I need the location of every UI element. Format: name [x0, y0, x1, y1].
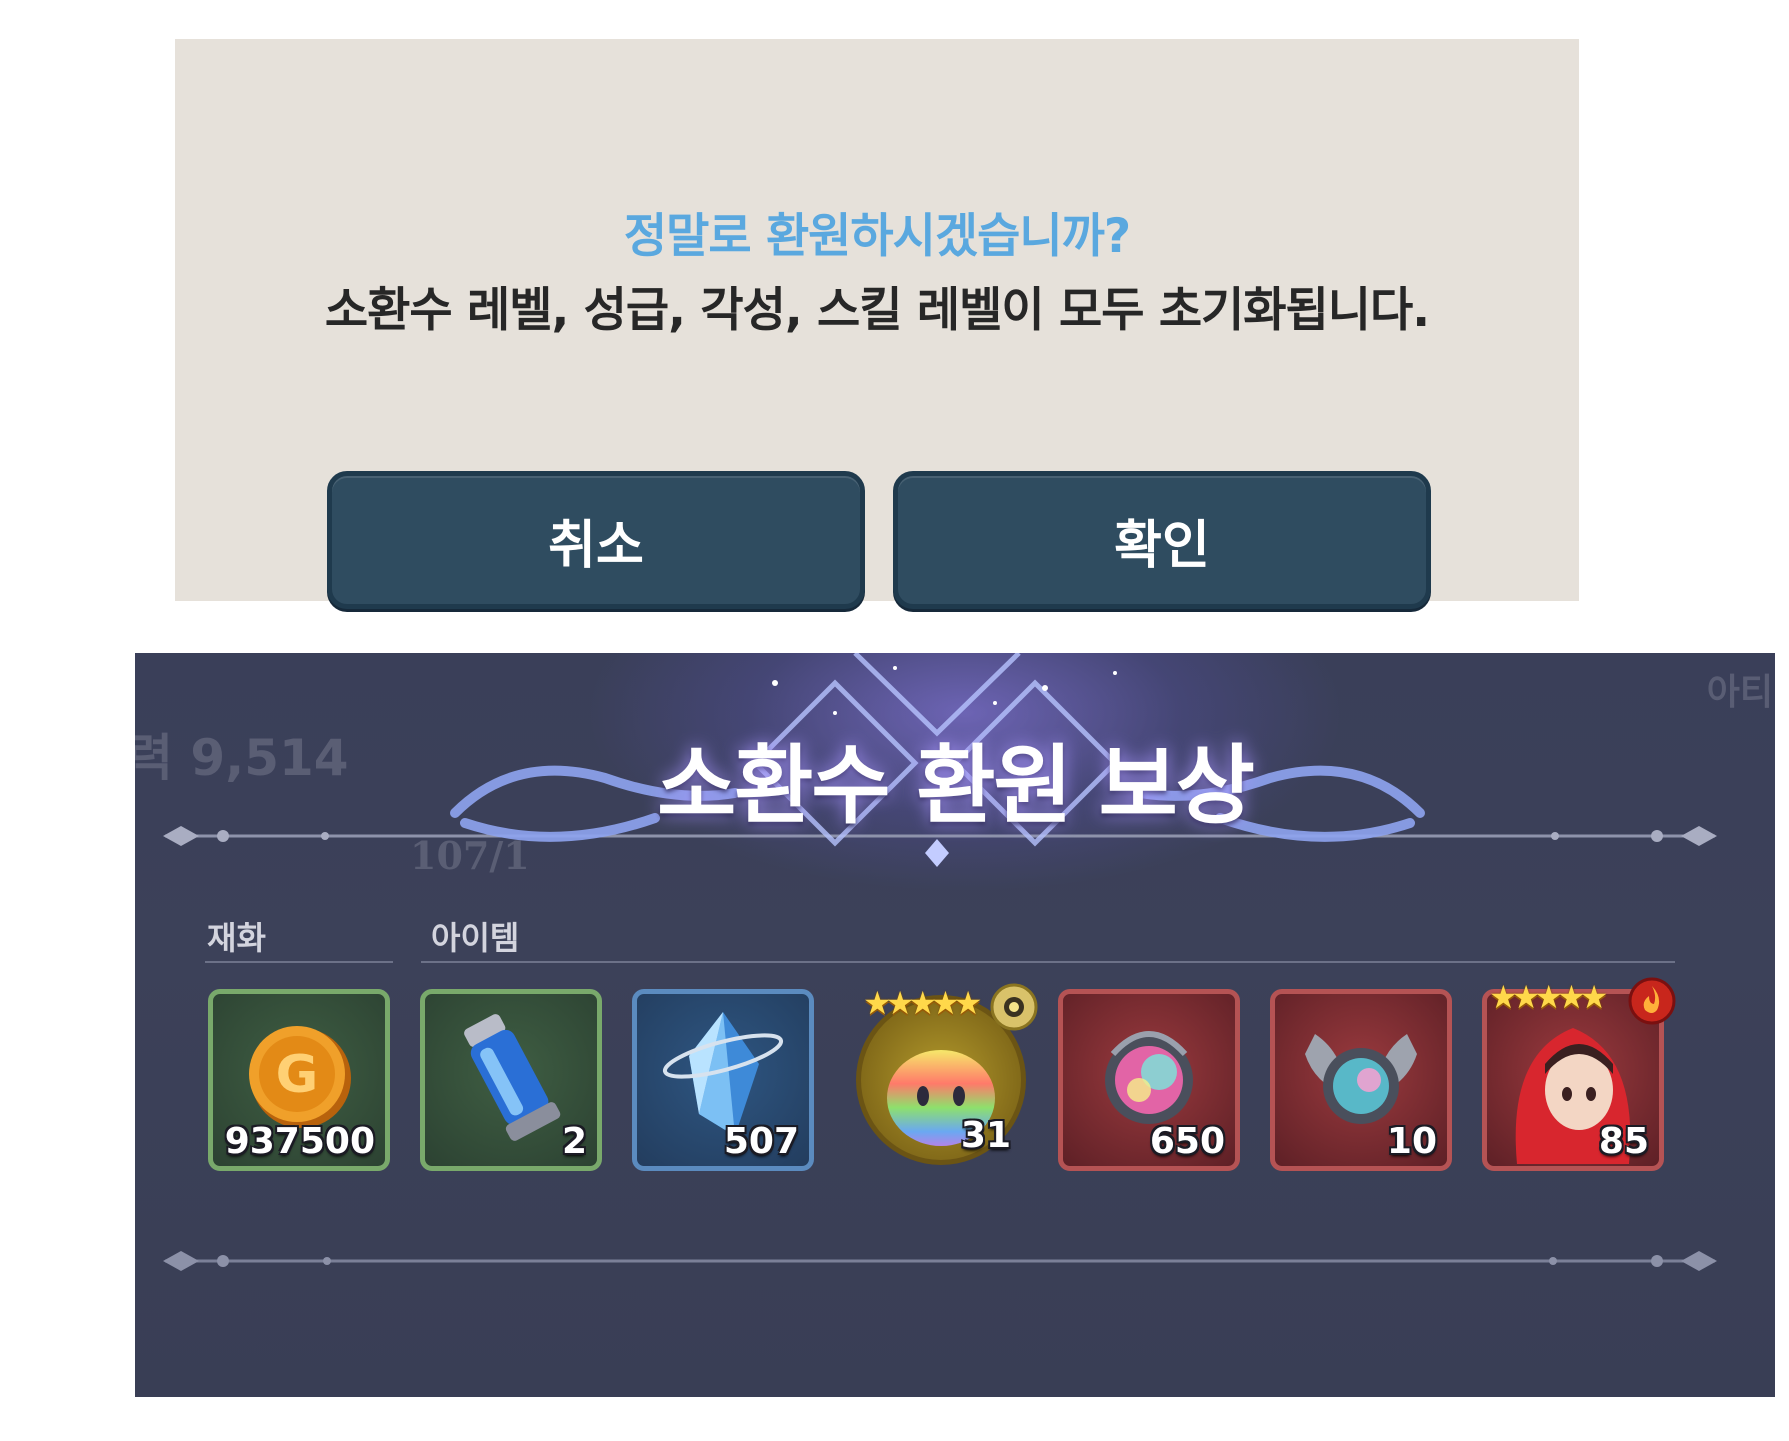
reward-count: 10	[1386, 1121, 1437, 1162]
reward-count: 507	[723, 1121, 799, 1162]
reward-slot-vial[interactable]: 2	[420, 989, 602, 1171]
reward-count: 85	[1598, 1121, 1649, 1162]
light-element-icon	[990, 983, 1038, 1031]
reward-slot-winged-orb[interactable]: 10	[1270, 989, 1452, 1171]
items-section-label: 아이템	[431, 919, 520, 957]
reward-slot-slime[interactable]: ★★★★★ 31	[856, 983, 1038, 1165]
reward-count: 31	[960, 1115, 1011, 1156]
cancel-button[interactable]: 취소	[327, 471, 865, 609]
reward-title: 소환수 환원 보상	[657, 736, 1255, 836]
confirm-dialog: 정말로 환원하시겠습니까? 소환수 레벨, 성급, 각성, 스킬 레벨이 모두 …	[175, 39, 1579, 609]
reward-count: 650	[1149, 1121, 1225, 1162]
confirm-button[interactable]: 확인	[893, 471, 1431, 609]
reward-slot-crystal[interactable]: 507	[632, 989, 814, 1171]
reward-count: 2	[561, 1121, 587, 1162]
items-divider	[421, 961, 1675, 963]
currency-section-label: 재화	[207, 919, 266, 957]
dialog-question: 정말로 환원하시겠습니까?	[623, 209, 1131, 264]
currency-divider	[205, 961, 393, 963]
star-rating: ★★★★★	[1489, 978, 1608, 1016]
reward-slot-orb[interactable]: 650	[1058, 989, 1240, 1171]
dialog-message: 소환수 레벨, 성급, 각성, 스킬 레벨이 모두 초기화됩니다.	[324, 283, 1430, 338]
svg-text:G: G	[276, 1045, 319, 1105]
star-rating: ★★★★★	[863, 984, 982, 1022]
reward-panel: 력 9,514 아티 107/1 소환수 환원 보상 재화 아이템 G 9375…	[135, 653, 1775, 1397]
fire-element-icon	[1628, 977, 1676, 1025]
reward-slot-gold[interactable]: G 937500	[208, 989, 390, 1171]
reward-count: 937500	[224, 1121, 375, 1162]
reward-slot-character[interactable]: ★★★★★ 85	[1482, 977, 1676, 1171]
